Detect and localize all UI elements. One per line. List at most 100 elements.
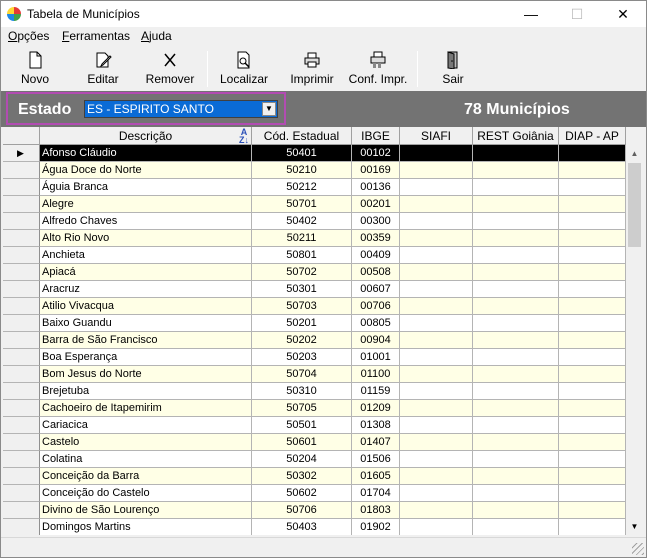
- cell-rest-goiania[interactable]: [473, 383, 559, 400]
- row-indicator[interactable]: [3, 349, 40, 366]
- estado-select[interactable]: ES - ESPIRITO SANTO ▼: [84, 100, 278, 118]
- cell-descricao[interactable]: Água Doce do Norte: [40, 162, 252, 179]
- cell-descricao[interactable]: Baixo Guandu: [40, 315, 252, 332]
- conf-impr-button[interactable]: Conf. Impr.: [345, 49, 411, 89]
- cell-cod-estadual[interactable]: 50701: [252, 196, 352, 213]
- cell-cod-estadual[interactable]: 50601: [252, 434, 352, 451]
- column-header-cod-estadual[interactable]: Cód. Estadual: [252, 127, 352, 145]
- cell-ibge[interactable]: 01407: [352, 434, 400, 451]
- cell-siafi[interactable]: [400, 179, 473, 196]
- cell-rest-goiania[interactable]: [473, 366, 559, 383]
- cell-descricao[interactable]: Alto Rio Novo: [40, 230, 252, 247]
- cell-siafi[interactable]: [400, 196, 473, 213]
- row-indicator[interactable]: ▶: [3, 145, 40, 162]
- table-row[interactable]: Águia Branca 50212 00136: [3, 179, 626, 196]
- cell-siafi[interactable]: [400, 315, 473, 332]
- cell-rest-goiania[interactable]: [473, 247, 559, 264]
- cell-siafi[interactable]: [400, 145, 473, 162]
- table-row[interactable]: Boa Esperança 50203 01001: [3, 349, 626, 366]
- cell-diap-ap[interactable]: [559, 349, 626, 366]
- table-row[interactable]: Colatina 50204 01506: [3, 451, 626, 468]
- cell-cod-estadual[interactable]: 50403: [252, 519, 352, 535]
- cell-descricao[interactable]: Barra de São Francisco: [40, 332, 252, 349]
- table-row[interactable]: Alto Rio Novo 50211 00359: [3, 230, 626, 247]
- table-row[interactable]: Conceição do Castelo 50602 01704: [3, 485, 626, 502]
- cell-descricao[interactable]: Anchieta: [40, 247, 252, 264]
- cell-ibge[interactable]: 00169: [352, 162, 400, 179]
- cell-diap-ap[interactable]: [559, 485, 626, 502]
- cell-rest-goiania[interactable]: [473, 332, 559, 349]
- cell-cod-estadual[interactable]: 50204: [252, 451, 352, 468]
- cell-siafi[interactable]: [400, 264, 473, 281]
- cell-rest-goiania[interactable]: [473, 400, 559, 417]
- cell-ibge[interactable]: 00607: [352, 281, 400, 298]
- table-row[interactable]: Brejetuba 50310 01159: [3, 383, 626, 400]
- cell-ibge[interactable]: 01100: [352, 366, 400, 383]
- cell-cod-estadual[interactable]: 50203: [252, 349, 352, 366]
- table-row[interactable]: Cariacica 50501 01308: [3, 417, 626, 434]
- cell-rest-goiania[interactable]: [473, 213, 559, 230]
- cell-rest-goiania[interactable]: [473, 502, 559, 519]
- cell-ibge[interactable]: 00409: [352, 247, 400, 264]
- table-row[interactable]: Apiacá 50702 00508: [3, 264, 626, 281]
- cell-ibge[interactable]: 00102: [352, 145, 400, 162]
- column-header-descricao[interactable]: Descrição A Z↓: [40, 127, 252, 145]
- novo-button[interactable]: Novo: [7, 49, 63, 89]
- cell-cod-estadual[interactable]: 50706: [252, 502, 352, 519]
- cell-ibge[interactable]: 00136: [352, 179, 400, 196]
- cell-diap-ap[interactable]: [559, 298, 626, 315]
- row-indicator[interactable]: [3, 264, 40, 281]
- cell-diap-ap[interactable]: [559, 247, 626, 264]
- cell-rest-goiania[interactable]: [473, 434, 559, 451]
- row-indicator[interactable]: [3, 179, 40, 196]
- cell-diap-ap[interactable]: [559, 519, 626, 535]
- cell-siafi[interactable]: [400, 213, 473, 230]
- cell-rest-goiania[interactable]: [473, 264, 559, 281]
- table-row[interactable]: Divino de São Lourenço 50706 01803: [3, 502, 626, 519]
- table-row[interactable]: Água Doce do Norte 50210 00169: [3, 162, 626, 179]
- cell-cod-estadual[interactable]: 50501: [252, 417, 352, 434]
- cell-ibge[interactable]: 01704: [352, 485, 400, 502]
- cell-cod-estadual[interactable]: 50302: [252, 468, 352, 485]
- cell-ibge[interactable]: 01308: [352, 417, 400, 434]
- row-indicator[interactable]: [3, 451, 40, 468]
- cell-diap-ap[interactable]: [559, 315, 626, 332]
- cell-rest-goiania[interactable]: [473, 179, 559, 196]
- scroll-thumb[interactable]: [628, 163, 641, 247]
- row-indicator[interactable]: [3, 434, 40, 451]
- cell-ibge[interactable]: 00508: [352, 264, 400, 281]
- cell-descricao[interactable]: Cariacica: [40, 417, 252, 434]
- table-row[interactable]: Cachoeiro de Itapemirim 50705 01209: [3, 400, 626, 417]
- cell-siafi[interactable]: [400, 298, 473, 315]
- cell-ibge[interactable]: 00904: [352, 332, 400, 349]
- cell-rest-goiania[interactable]: [473, 349, 559, 366]
- cell-siafi[interactable]: [400, 400, 473, 417]
- table-row[interactable]: Aracruz 50301 00607: [3, 281, 626, 298]
- column-header-siafi[interactable]: SIAFI: [400, 127, 473, 145]
- cell-siafi[interactable]: [400, 383, 473, 400]
- imprimir-button[interactable]: Imprimir: [283, 49, 341, 89]
- cell-rest-goiania[interactable]: [473, 417, 559, 434]
- row-indicator[interactable]: [3, 383, 40, 400]
- cell-descricao[interactable]: Atilio Vivacqua: [40, 298, 252, 315]
- cell-diap-ap[interactable]: [559, 451, 626, 468]
- cell-cod-estadual[interactable]: 50201: [252, 315, 352, 332]
- row-indicator[interactable]: [3, 281, 40, 298]
- cell-ibge[interactable]: 00805: [352, 315, 400, 332]
- remover-button[interactable]: Remover: [141, 49, 199, 89]
- cell-rest-goiania[interactable]: [473, 468, 559, 485]
- cell-rest-goiania[interactable]: [473, 315, 559, 332]
- cell-diap-ap[interactable]: [559, 417, 626, 434]
- cell-descricao[interactable]: Castelo: [40, 434, 252, 451]
- cell-cod-estadual[interactable]: 50402: [252, 213, 352, 230]
- cell-siafi[interactable]: [400, 485, 473, 502]
- cell-diap-ap[interactable]: [559, 502, 626, 519]
- cell-diap-ap[interactable]: [559, 162, 626, 179]
- cell-siafi[interactable]: [400, 247, 473, 264]
- cell-diap-ap[interactable]: [559, 366, 626, 383]
- row-indicator[interactable]: [3, 315, 40, 332]
- cell-ibge[interactable]: 01001: [352, 349, 400, 366]
- cell-diap-ap[interactable]: [559, 179, 626, 196]
- maximize-button[interactable]: ☐: [554, 1, 600, 27]
- cell-diap-ap[interactable]: [559, 145, 626, 162]
